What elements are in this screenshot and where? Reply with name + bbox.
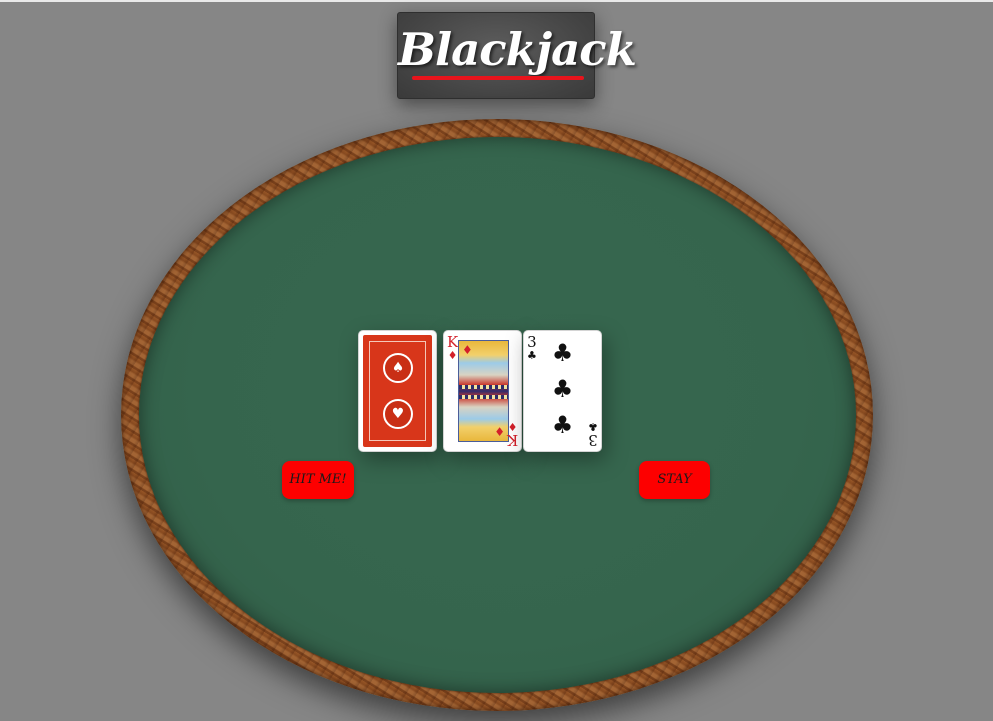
title-banner: Blackjack [397, 12, 637, 99]
club-icon: ♣ [551, 339, 574, 367]
card-corner-bottom-right: K ♦ [506, 420, 518, 449]
diamond-icon: ♦ [447, 349, 458, 362]
king-face-illustration: ♦ ♦ [458, 340, 509, 442]
hit-button[interactable]: HIT ME! [282, 461, 354, 499]
page-top-edge [0, 0, 993, 2]
page-title: Blackjack [398, 23, 637, 76]
card-back-pattern: ♠ ♥ [363, 335, 432, 447]
card-three-of-clubs: 3 ♣ ♣ ♣ ♣ 3 ♣ [523, 330, 602, 452]
face-pattern-band [459, 385, 508, 389]
heart-medallion-icon: ♥ [383, 399, 413, 429]
card-rank: 3 [588, 431, 598, 449]
stay-button[interactable]: STAY [639, 461, 710, 499]
face-pattern-band [459, 395, 508, 399]
diamond-icon: ♦ [507, 420, 518, 433]
card-rank: K [506, 431, 518, 449]
card-corner-bottom-right: 3 ♣ [588, 420, 598, 449]
diamond-icon: ♦ [494, 425, 505, 439]
card-face-down: ♠ ♥ [358, 330, 437, 452]
club-icon: ♣ [551, 375, 574, 403]
title-underline [412, 76, 584, 80]
diamond-icon: ♦ [462, 343, 473, 357]
card-corner-top-left: K ♦ [447, 333, 459, 362]
spade-medallion-icon: ♠ [383, 353, 413, 383]
card-king-of-diamonds: K ♦ ♦ ♦ K ♦ [443, 330, 522, 452]
club-icon: ♣ [588, 420, 598, 433]
card-rank: K [447, 333, 459, 351]
